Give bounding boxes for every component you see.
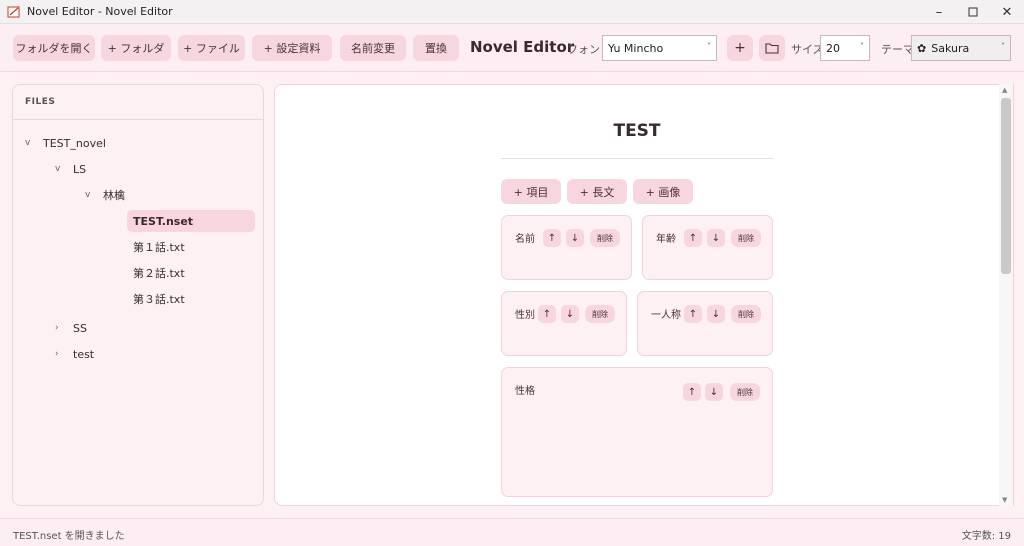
toolbar: フォルダを開く + フォルダ + ファイル + 設定資料 名前変更 置換 Nov… (0, 24, 1024, 72)
tree-item-test-nset[interactable]: TEST.nset (127, 210, 255, 232)
move-up-button[interactable]: ↑ (683, 383, 701, 401)
move-down-button[interactable]: ↓ (707, 229, 725, 247)
add-image-button[interactable]: + 画像 (633, 179, 693, 204)
editor-pane: TEST + 項目 + 長文 + 画像 名前 ↑ ↓ 削除 年齢 ↑ ↓ 削除 … (274, 84, 1014, 506)
tree-item-chapter-3[interactable]: 第３話.txt (127, 288, 255, 310)
size-label: サイズ (791, 43, 824, 56)
char-count: 文字数: 19 (961, 531, 1011, 542)
replace-button[interactable]: 置換 (413, 35, 459, 61)
folder-button[interactable] (759, 35, 785, 61)
add-long-text-button[interactable]: + 長文 (567, 179, 627, 204)
scroll-up-icon[interactable]: ▲ (1002, 86, 1007, 94)
add-item-button[interactable]: + 項目 (501, 179, 561, 204)
tree-item-chapter-1[interactable]: 第１話.txt (127, 236, 255, 258)
field-card-name[interactable]: 名前 ↑ ↓ 削除 (501, 215, 632, 280)
chevron-right-icon[interactable]: › (55, 323, 59, 333)
close-icon[interactable]: ✕ (990, 0, 1024, 24)
font-select[interactable]: Yu Mincho ˅ (602, 35, 717, 61)
document-title[interactable]: TEST (501, 121, 773, 141)
field-card-age[interactable]: 年齢 ↑ ↓ 削除 (642, 215, 773, 280)
field-label: 性別 (515, 310, 535, 321)
title-bar: Novel Editor - Novel Editor – ✕ (0, 0, 1024, 24)
chevron-down-icon[interactable]: v (55, 164, 60, 174)
tree-item-test[interactable]: › test (55, 343, 255, 365)
file-sidebar: FILES v TEST_novel v LS v 林檎 TEST.nset 第… (12, 84, 264, 506)
flower-icon: ✿ (917, 41, 927, 55)
move-down-button[interactable]: ↓ (561, 305, 579, 323)
delete-button[interactable]: 削除 (590, 229, 620, 247)
chevron-down-icon[interactable]: v (25, 138, 30, 148)
delete-button[interactable]: 削除 (585, 305, 615, 323)
tree-item-ss[interactable]: › SS (55, 317, 255, 339)
field-card-personality[interactable]: 性格 ↑ ↓ 削除 (501, 367, 773, 497)
new-file-button[interactable]: + ファイル (178, 35, 245, 61)
chevron-down-icon: ˅ (1001, 42, 1005, 51)
chevron-right-icon[interactable]: › (55, 349, 59, 359)
delete-button[interactable]: 削除 (731, 305, 761, 323)
tree-item-label: TEST.nset (133, 214, 194, 228)
rename-button[interactable]: 名前変更 (340, 35, 406, 61)
tree-item-label: 林檎 (103, 189, 125, 202)
size-select-value: 20 (826, 41, 840, 55)
field-card-gender[interactable]: 性別 ↑ ↓ 削除 (501, 291, 627, 356)
tree-item-label: 第３話.txt (133, 293, 185, 306)
tree-item-apple[interactable]: v 林檎 (85, 184, 255, 206)
scroll-down-icon[interactable]: ▼ (1002, 496, 1007, 504)
tree-item-label: LS (73, 162, 87, 176)
window-title: Novel Editor - Novel Editor (27, 5, 173, 18)
theme-select[interactable]: ✿ Sakura ˅ (911, 35, 1011, 61)
maximize-icon[interactable] (956, 0, 990, 24)
tree-item-label: 第１話.txt (133, 241, 185, 254)
move-down-button[interactable]: ↓ (705, 383, 723, 401)
tree-item-label: test (73, 347, 95, 361)
sidebar-header: FILES (13, 85, 263, 120)
tree-item-chapter-2[interactable]: 第２話.txt (127, 262, 255, 284)
tree-item-ls[interactable]: v LS (55, 158, 255, 180)
status-bar: TEST.nset を開きました 文字数: 19 (0, 518, 1024, 546)
font-select-value: Yu Mincho (608, 41, 664, 55)
window-controls: – ✕ (922, 0, 1024, 24)
open-folder-button[interactable]: フォルダを開く (13, 35, 95, 61)
move-down-button[interactable]: ↓ (566, 229, 584, 247)
new-folder-button[interactable]: + フォルダ (101, 35, 171, 61)
app-icon (7, 6, 20, 17)
size-select[interactable]: 20 ˅ (820, 35, 870, 61)
new-setting-button[interactable]: + 設定資料 (252, 35, 332, 61)
field-label: 年齢 (656, 234, 676, 245)
move-up-button[interactable]: ↑ (684, 305, 702, 323)
theme-select-value: Sakura (931, 41, 970, 55)
move-down-button[interactable]: ↓ (707, 305, 725, 323)
status-message: TEST.nset を開きました (13, 531, 125, 542)
delete-button[interactable]: 削除 (730, 383, 760, 401)
theme-label: テーマ (881, 43, 914, 56)
chevron-down-icon: ˅ (860, 42, 864, 51)
chevron-down-icon[interactable]: v (85, 190, 90, 200)
field-label: 性格 (515, 386, 535, 397)
field-card-first-person[interactable]: 一人称 ↑ ↓ 削除 (637, 291, 773, 356)
editor-scrollbar[interactable]: ▲ ▼ (999, 84, 1013, 506)
tree-item-label: SS (73, 321, 87, 335)
field-label: 一人称 (651, 310, 681, 321)
minimize-icon[interactable]: – (922, 0, 956, 24)
tree-item-label: TEST_novel (43, 136, 106, 150)
move-up-button[interactable]: ↑ (543, 229, 561, 247)
scroll-thumb[interactable] (1001, 98, 1011, 274)
chevron-down-icon: ˅ (707, 42, 711, 51)
tree-item-test-novel[interactable]: v TEST_novel (25, 132, 255, 154)
delete-button[interactable]: 削除 (731, 229, 761, 247)
add-button[interactable]: + (727, 35, 753, 61)
tree-item-label: 第２話.txt (133, 267, 185, 280)
app-name: Novel Editor (470, 38, 575, 56)
move-up-button[interactable]: ↑ (684, 229, 702, 247)
move-up-button[interactable]: ↑ (538, 305, 556, 323)
title-divider (501, 158, 773, 159)
folder-icon (765, 43, 779, 54)
field-label: 名前 (515, 234, 535, 245)
